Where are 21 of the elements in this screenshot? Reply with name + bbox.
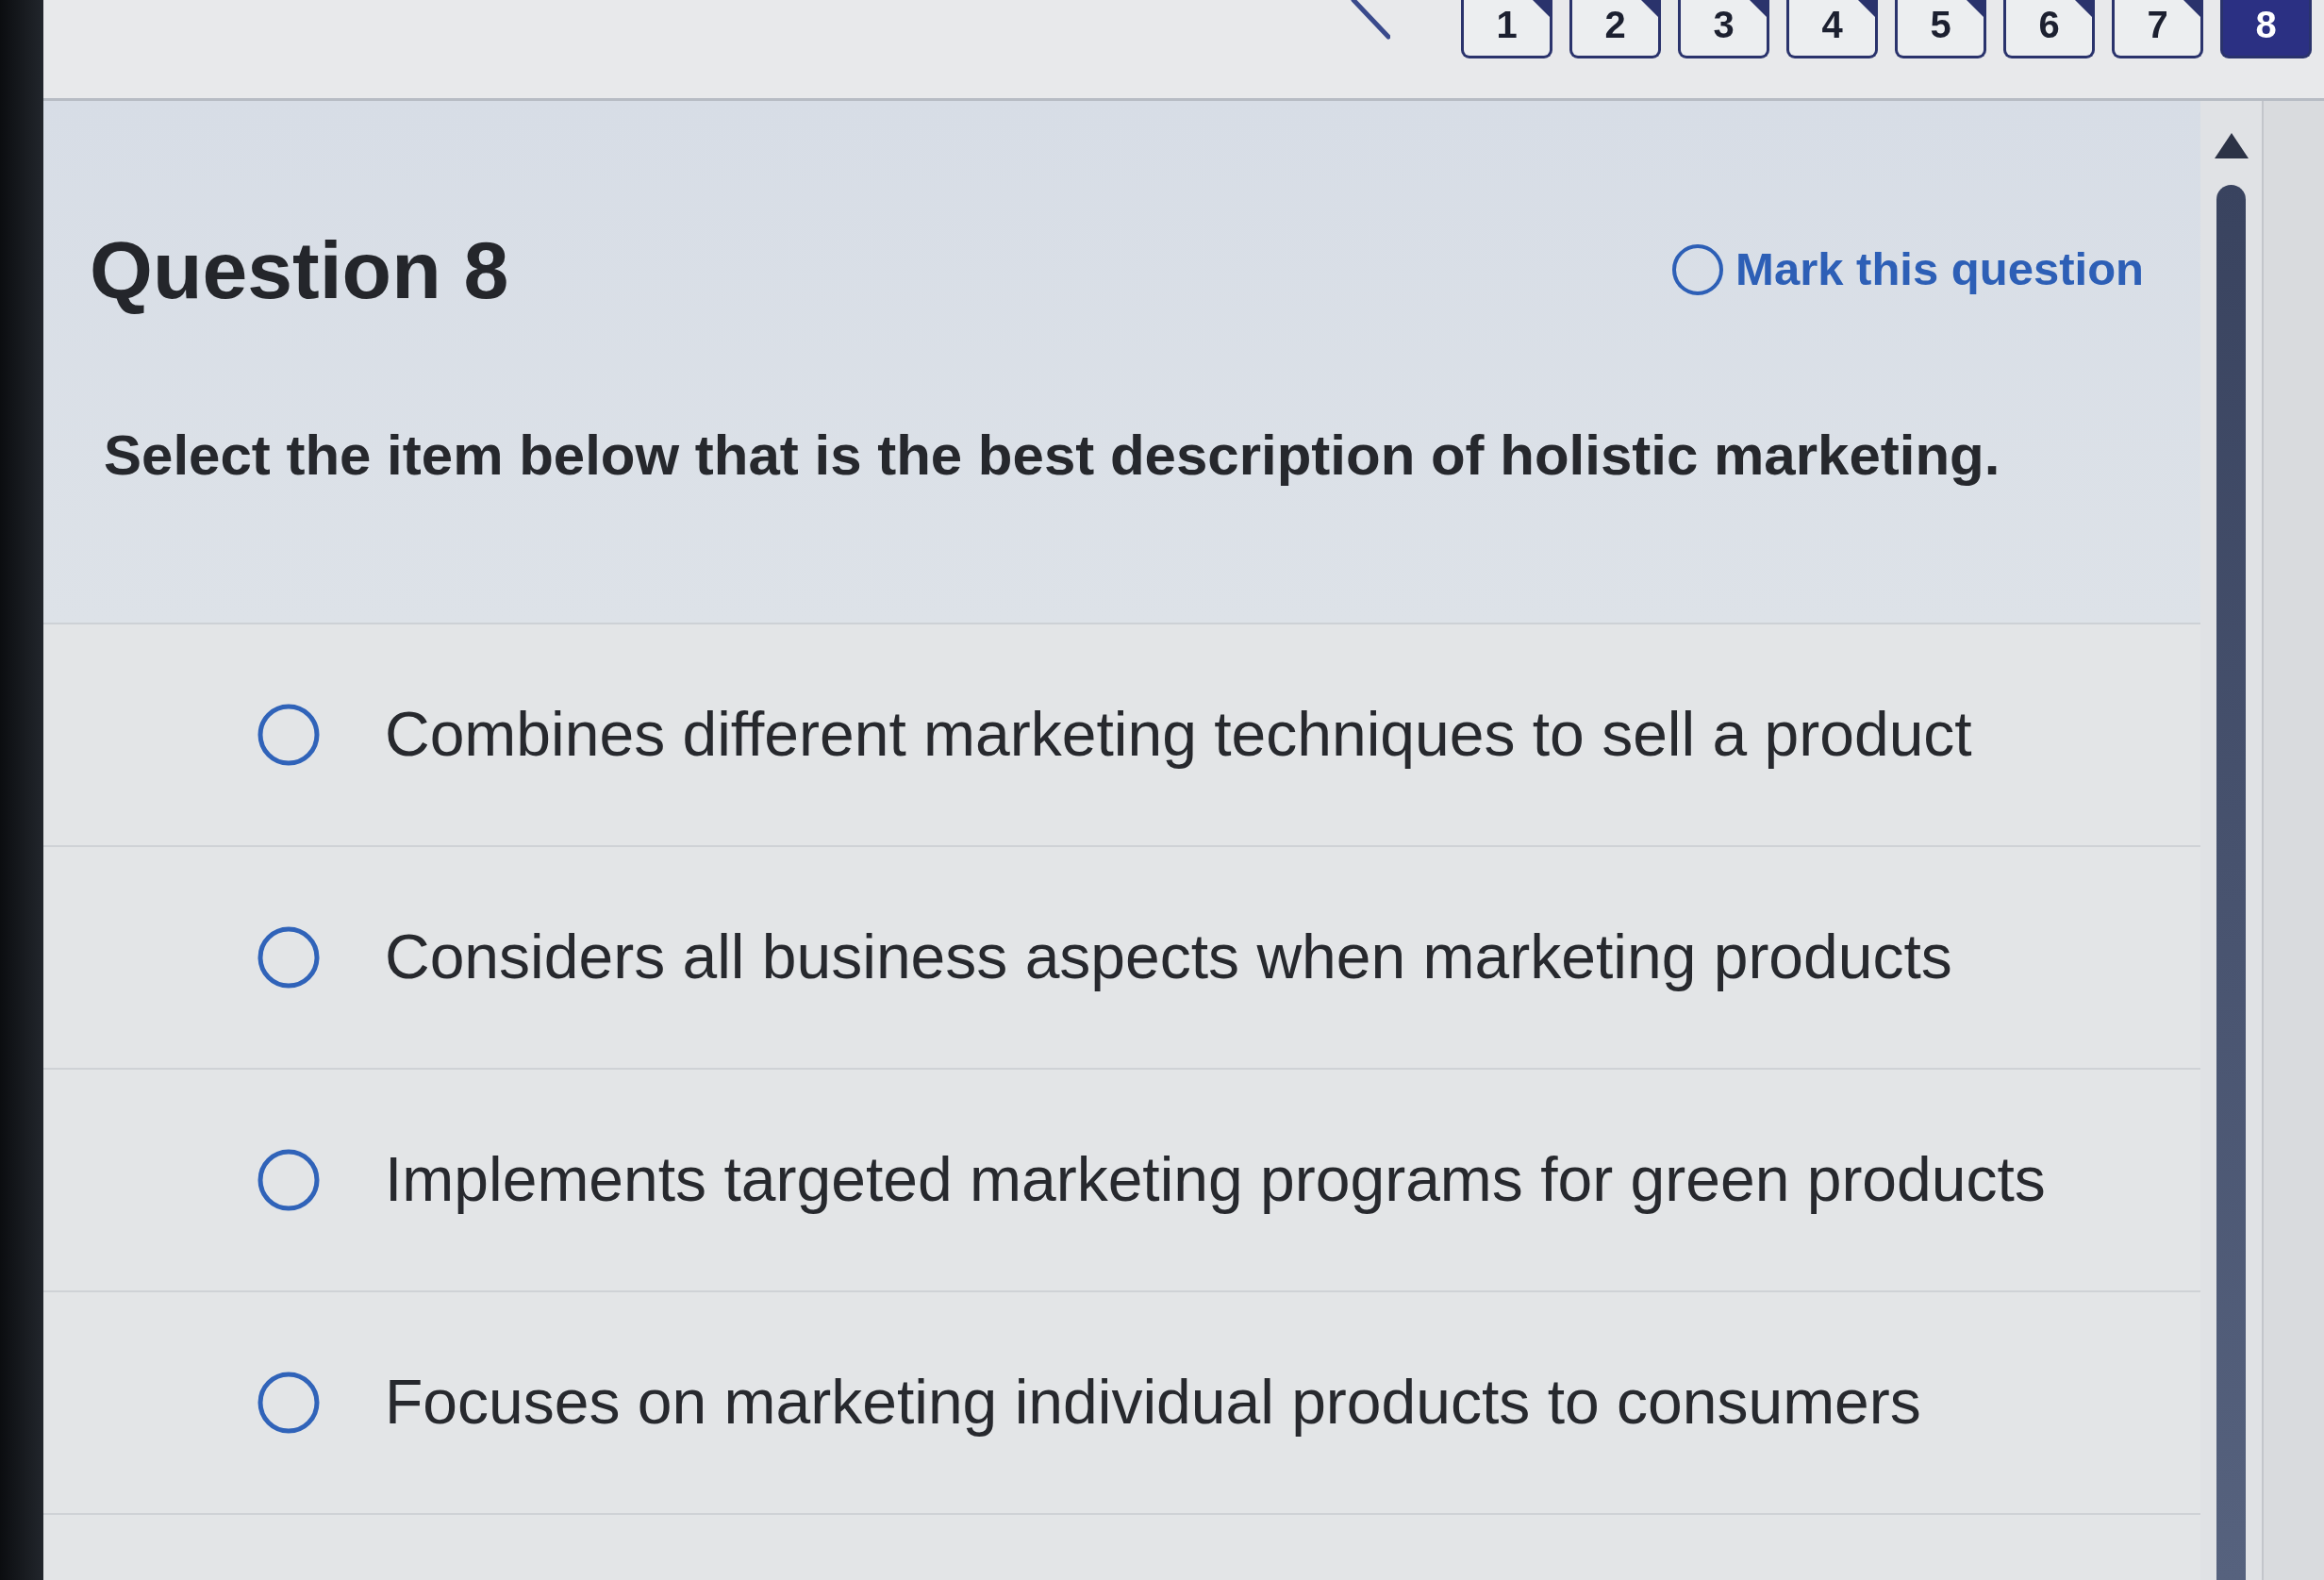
scrollbar-thumb[interactable] <box>2216 185 2246 1580</box>
question-prompt: Select the item below that is the best description of holistic marketing. <box>104 423 2001 489</box>
question-number-tab[interactable]: 8 <box>2220 0 2312 58</box>
question-number-tab[interactable]: 6 <box>2003 0 2095 58</box>
radio-button[interactable] <box>257 703 321 767</box>
question-number-tab[interactable]: 1 <box>1461 0 1552 58</box>
question-number-tab[interactable]: 2 <box>1569 0 1661 58</box>
option-label: Focuses on marketing individual products to consumers <box>385 1366 1921 1439</box>
option-label: Implements targeted marketing programs for green products <box>385 1143 2046 1217</box>
question-number-tab[interactable]: 7 <box>2112 0 2203 58</box>
question-number-tab[interactable]: 5 <box>1895 0 1986 58</box>
radio-button[interactable] <box>257 1148 321 1212</box>
radio-button[interactable] <box>257 925 321 990</box>
option-label: Considers all business aspects when marketing products <box>385 921 1952 994</box>
mark-question-button[interactable]: Mark this question <box>1671 243 2144 296</box>
radio-button[interactable] <box>257 1371 321 1435</box>
question-number-tab[interactable]: 3 <box>1678 0 1769 58</box>
scroll-up-triangle-icon[interactable] <box>2214 133 2249 158</box>
question-number-tab[interactable]: 4 <box>1786 0 1878 58</box>
option-label: Combines different marketing techniques to sell a product <box>385 698 1972 772</box>
diagonal-stroke-icon[interactable] <box>1351 0 1390 40</box>
